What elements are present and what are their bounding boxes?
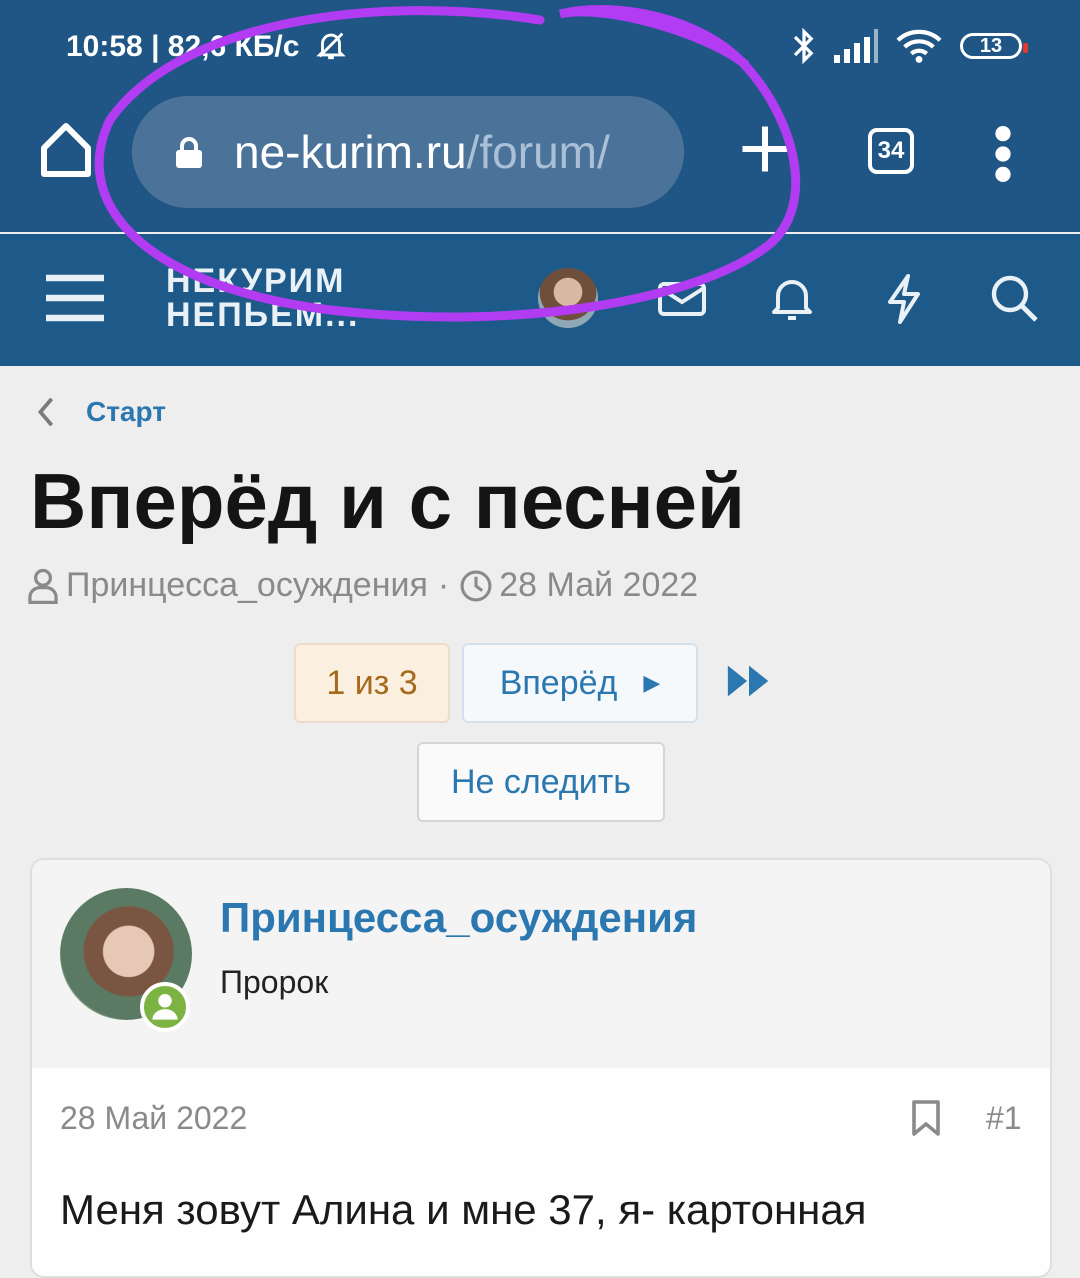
post-body-text: Меня зовут Алина и мне 37, я- картонная — [60, 1186, 867, 1233]
status-right: 13 — [792, 28, 1028, 64]
signal-icon — [834, 29, 878, 63]
url-field[interactable]: ne-kurim.ru /forum/ — [132, 96, 684, 208]
caret-right-icon: ▶ — [643, 670, 661, 695]
browser-toolbar: 10:58 | 82,6 КБ/с 13 ne-kurim.ru /forum/… — [0, 0, 1080, 232]
thread-author[interactable]: Принцесса_осуждения — [66, 566, 428, 605]
thread-title: Вперёд и с песней — [30, 457, 745, 545]
thread-meta: Принцесса_осуждения · 28 Май 2022 — [26, 566, 698, 605]
wifi-icon — [896, 29, 942, 63]
home-icon[interactable] — [38, 120, 94, 180]
status-left: 10:58 | 82,6 КБ/с — [66, 28, 348, 64]
post-username[interactable]: Принцесса_осуждения — [220, 894, 697, 942]
bluetooth-icon — [793, 28, 814, 64]
overflow-menu-icon[interactable] — [990, 126, 1016, 182]
thread-date[interactable]: 28 Май 2022 — [499, 566, 698, 605]
meta-separator: · — [437, 566, 450, 604]
post-number[interactable]: #1 — [986, 1100, 1022, 1137]
next-page-button[interactable]: Вперёд ▶ — [462, 643, 698, 723]
post-date[interactable]: 28 Май 2022 — [60, 1100, 247, 1137]
search-icon[interactable] — [988, 272, 1040, 324]
post-card: Принцесса_осуждения Пророк 28 Май 2022 #… — [30, 858, 1052, 1278]
url-host: ne-kurim.ru — [234, 126, 467, 178]
post-user-header: Принцесса_осуждения Пророк — [32, 860, 1050, 1068]
url-path: /forum/ — [466, 126, 610, 178]
bookmark-icon[interactable] — [912, 1100, 940, 1136]
battery-indicator: 13 — [960, 33, 1028, 59]
bell-icon[interactable] — [766, 272, 818, 324]
logo-line-1: НЕКУРИМ — [166, 262, 346, 300]
page-jump-button[interactable]: 1 из 3 — [294, 643, 450, 723]
site-header: НЕКУРИМ НЕПЬЕМ... — [0, 234, 1080, 366]
mail-icon[interactable] — [656, 272, 708, 324]
last-page-icon[interactable] — [724, 656, 774, 706]
lock-icon — [176, 137, 202, 168]
user-icon — [28, 568, 58, 604]
hamburger-menu-icon[interactable] — [46, 274, 104, 322]
account-avatar[interactable] — [538, 268, 598, 328]
next-page-label: Вперёд — [499, 663, 618, 702]
site-logo[interactable]: НЕКУРИМ НЕПЬЕМ... — [166, 264, 359, 332]
post-user-role: Пророк — [220, 964, 329, 1000]
person-icon — [152, 993, 178, 1020]
address-bar-row: ne-kurim.ru /forum/ 34 — [0, 96, 1080, 212]
status-time-speed: 10:58 | 82,6 КБ/с — [66, 30, 300, 63]
page-indicator: 1 из 3 — [326, 663, 418, 702]
unwatch-button[interactable]: Не следить — [417, 742, 665, 822]
status-bar: 10:58 | 82,6 КБ/с 13 — [66, 28, 1028, 68]
lightning-icon[interactable] — [878, 272, 930, 324]
mute-bell-icon — [316, 32, 346, 60]
new-tab-icon[interactable] — [740, 124, 790, 174]
breadcrumb[interactable]: Старт — [36, 396, 166, 428]
logo-line-2: НЕПЬЕМ... — [166, 296, 360, 334]
tab-switcher-button[interactable]: 34 — [868, 128, 914, 174]
tab-count: 34 — [877, 137, 905, 164]
unwatch-label: Не следить — [450, 762, 632, 801]
online-status-icon — [140, 982, 190, 1032]
breadcrumb-label[interactable]: Старт — [86, 396, 166, 428]
battery-level: 13 — [979, 34, 1003, 57]
clock-icon — [460, 570, 492, 601]
chevron-left-icon — [37, 397, 54, 427]
